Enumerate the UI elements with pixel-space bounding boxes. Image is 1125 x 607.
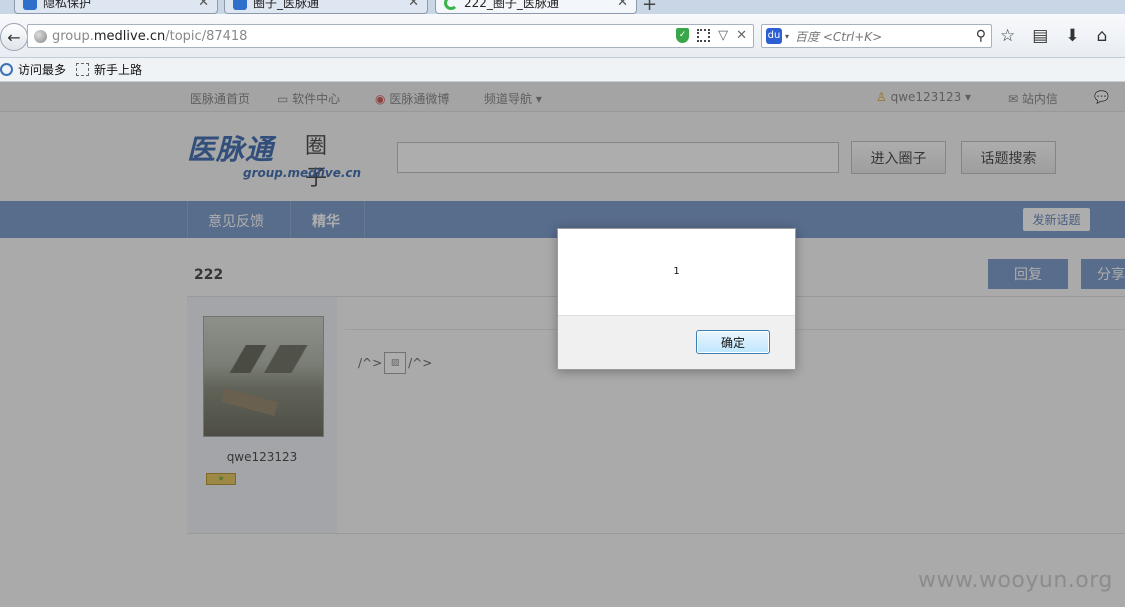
url-domain: medlive.cn <box>93 28 166 44</box>
address-bar[interactable]: group.medlive.cn/topic/87418 ✓ ▽ ✕ <box>27 24 754 48</box>
page-icon <box>76 63 90 76</box>
close-tab-icon[interactable]: ✕ <box>198 0 209 10</box>
url-path: /topic/87418 <box>165 28 248 44</box>
close-tab-icon[interactable]: ✕ <box>617 0 628 10</box>
tab-label: 隐私保护 <box>43 0 92 10</box>
navigation-toolbar: ← group.medlive.cn/topic/87418 ✓ ▽ ✕ du … <box>0 14 1125 58</box>
url-prefix: group. <box>52 28 94 44</box>
bookmark-label: 新手上路 <box>94 63 143 77</box>
back-arrow-icon: ← <box>7 27 21 47</box>
tab-privacy[interactable]: 隐私保护 ✕ <box>14 0 218 14</box>
stop-icon[interactable]: ✕ <box>736 28 747 43</box>
close-tab-icon[interactable]: ✕ <box>408 0 419 10</box>
tab-label: 222_圈子_医脉通 <box>464 0 559 10</box>
site-favicon-icon <box>233 0 247 10</box>
tab-label: 圈子_医脉通 <box>253 0 320 10</box>
tab-group-home[interactable]: 圈子_医脉通 ✕ <box>224 0 428 14</box>
bookmark-most-visited[interactable]: 访问最多 <box>0 61 66 78</box>
bookmark-label: 访问最多 <box>18 63 67 77</box>
home-icon[interactable]: ⌂ <box>1097 26 1108 46</box>
globe-icon <box>34 29 47 43</box>
search-engine-dropdown-icon[interactable]: ▾ <box>785 32 789 41</box>
bookmarks-list-icon[interactable]: ▤ <box>1032 26 1048 46</box>
ok-button[interactable]: 确定 <box>696 330 770 354</box>
toolbar-icons: ☆ ▤ ⬇ ⌂ <box>1000 26 1107 46</box>
download-icon[interactable]: ⬇ <box>1065 26 1079 46</box>
search-bar[interactable]: du ▾ 百度 <Ctrl+K> ⚲ <box>761 24 992 48</box>
new-tab-icon[interactable]: + <box>642 0 657 14</box>
back-button[interactable]: ← <box>0 23 28 51</box>
url-text: group.medlive.cn/topic/87418 <box>52 29 247 44</box>
loading-spinner-icon <box>444 0 458 10</box>
search-placeholder: 百度 <Ctrl+K> <box>795 29 883 44</box>
site-favicon-icon <box>23 0 37 10</box>
qr-code-icon[interactable] <box>697 29 711 42</box>
bookmark-getting-started[interactable]: 新手上路 <box>76 61 142 78</box>
dropdown-arrow-icon[interactable]: ▽ <box>718 28 728 43</box>
alert-footer: 确定 <box>558 315 795 369</box>
bookmarks-toolbar: 访问最多 新手上路 <box>0 58 1125 82</box>
alert-dialog: 1 确定 <box>557 228 796 370</box>
security-shield-icon[interactable]: ✓ <box>676 28 690 43</box>
address-bar-icons: ✓ ▽ ✕ <box>676 28 747 43</box>
tab-strip: 隐私保护 ✕ 圈子_医脉通 ✕ 222_圈子_医脉通 ✕ + <box>0 0 1125 14</box>
tab-topic-222[interactable]: 222_圈子_医脉通 ✕ <box>435 0 637 14</box>
bookmark-star-icon[interactable]: ☆ <box>1000 26 1015 46</box>
most-visited-icon <box>0 63 13 76</box>
search-icon[interactable]: ⚲ <box>976 28 986 44</box>
alert-message: 1 <box>673 266 680 277</box>
baidu-paw-icon[interactable]: du <box>766 28 782 44</box>
